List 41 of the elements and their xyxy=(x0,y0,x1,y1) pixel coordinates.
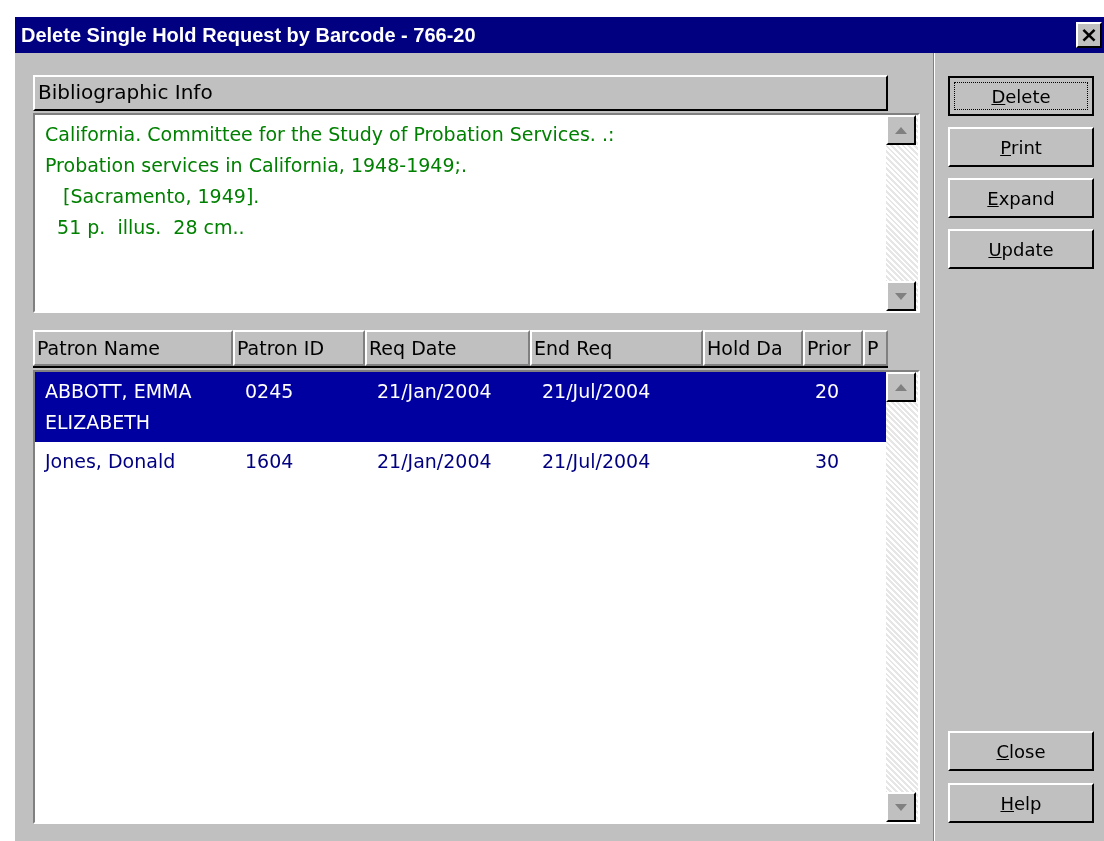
scroll-down-button[interactable] xyxy=(886,281,916,311)
table-cell: 21/Jul/2004 xyxy=(542,380,651,402)
scrollbar[interactable] xyxy=(886,115,918,311)
bibliographic-line: Probation services in California, 1948-1949;. xyxy=(45,153,467,178)
up-arrow-icon xyxy=(895,383,907,391)
close-button[interactable]: × xyxy=(1076,22,1102,48)
dialog-button[interactable]: Delete xyxy=(948,76,1094,116)
down-arrow-icon xyxy=(895,803,907,811)
scroll-up-button[interactable] xyxy=(886,115,916,145)
table-cell: 1604 xyxy=(245,450,294,472)
dialog-button[interactable]: Update xyxy=(948,229,1094,269)
column-header[interactable]: P xyxy=(863,330,888,366)
column-header[interactable]: End Req xyxy=(530,330,703,366)
section-header: Bibliographic Info xyxy=(33,75,888,111)
table-cell: 21/Jan/2004 xyxy=(377,450,492,472)
dialog-button[interactable]: Close xyxy=(948,731,1094,771)
column-header[interactable]: Hold Da xyxy=(703,330,803,366)
bibliographic-line: [Sacramento, 1949]. xyxy=(62,184,260,209)
down-arrow-icon xyxy=(895,292,907,300)
bibliographic-line: 51 p. illus. 28 cm.. xyxy=(56,215,245,240)
window-title: Delete Single Hold Request by Barcode - 766-20 xyxy=(21,23,476,48)
table-cell: Jones, Donald xyxy=(45,450,176,472)
column-header[interactable]: Req Date xyxy=(365,330,530,366)
column-header[interactable]: Patron ID xyxy=(233,330,365,366)
table-cell: 21/Jan/2004 xyxy=(377,380,492,402)
bibliographic-line: California. Committee for the Study of Probation Services. .: xyxy=(45,122,615,147)
table-row[interactable]: ABBOTT, EMMA ELIZABETH 0245 21/Jan/2004 21/Jul/2004 20 xyxy=(35,372,886,442)
table-cell: 20 xyxy=(815,380,840,402)
scroll-down-button[interactable] xyxy=(886,792,916,822)
column-header[interactable]: Prior xyxy=(803,330,863,366)
table-cell: ABBOTT, EMMA ELIZABETH xyxy=(45,380,192,433)
table-cell: 30 xyxy=(815,450,840,472)
dialog-button[interactable]: Expand xyxy=(948,178,1094,218)
scrollbar[interactable] xyxy=(886,372,918,822)
scroll-up-button[interactable] xyxy=(886,372,916,402)
column-header[interactable]: Patron Name xyxy=(33,330,233,366)
dialog-button[interactable]: Print xyxy=(948,127,1094,167)
table-cell: 21/Jul/2004 xyxy=(542,450,651,472)
up-arrow-icon xyxy=(895,126,907,134)
table-cell: 0245 xyxy=(245,380,294,402)
dialog-button[interactable]: Help xyxy=(948,783,1094,823)
